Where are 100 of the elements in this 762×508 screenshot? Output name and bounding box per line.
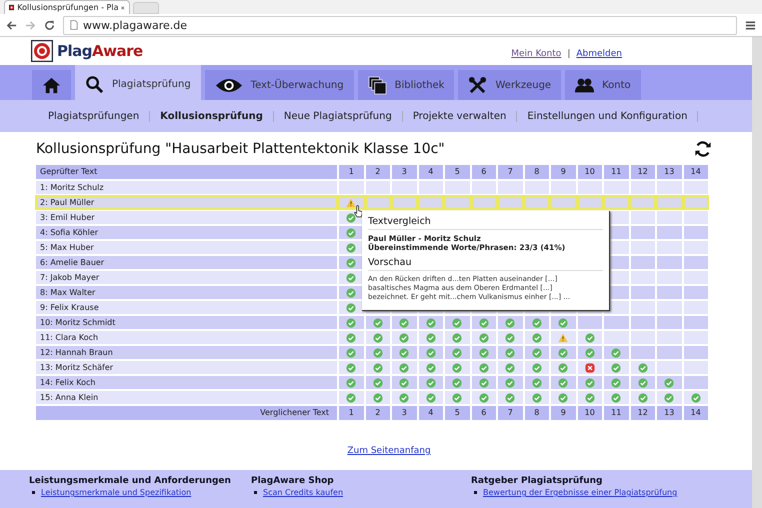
matrix-cell[interactable] <box>630 211 655 224</box>
matrix-cell[interactable] <box>472 376 496 389</box>
forward-icon[interactable] <box>25 20 36 30</box>
matrix-cell[interactable] <box>630 256 655 269</box>
matrix-cell[interactable] <box>392 181 416 194</box>
matrix-cell[interactable] <box>684 226 708 239</box>
matrix-cell[interactable] <box>339 181 364 194</box>
matrix-cell[interactable] <box>657 346 682 359</box>
matrix-cell[interactable] <box>339 196 364 209</box>
matrix-cell[interactable] <box>604 316 628 329</box>
matrix-cell[interactable] <box>472 181 496 194</box>
matrix-cell[interactable] <box>551 196 576 209</box>
matrix-cell[interactable] <box>657 331 682 344</box>
matrix-cell[interactable] <box>684 301 708 314</box>
subnav-link[interactable]: Einstellungen und Konfiguration <box>517 110 698 122</box>
matrix-cell[interactable] <box>630 301 655 314</box>
row-label[interactable]: 8: Max Walter <box>36 286 337 299</box>
matrix-cell[interactable] <box>684 331 708 344</box>
matrix-cell[interactable] <box>392 316 416 329</box>
row-label[interactable]: 4: Sofia Köhler <box>36 226 337 239</box>
matrix-cell[interactable] <box>366 316 390 329</box>
matrix-cell[interactable] <box>366 181 390 194</box>
matrix-cell[interactable] <box>657 376 682 389</box>
matrix-cell[interactable] <box>604 181 628 194</box>
matrix-cell[interactable] <box>445 361 470 374</box>
matrix-cell[interactable] <box>339 331 364 344</box>
matrix-cell[interactable] <box>551 316 576 329</box>
matrix-cell[interactable] <box>366 196 390 209</box>
matrix-cell[interactable] <box>551 391 576 404</box>
matrix-cell[interactable] <box>524 331 549 344</box>
matrix-cell[interactable] <box>418 391 443 404</box>
row-label[interactable]: 2: Paul Müller <box>36 196 337 209</box>
matrix-cell[interactable] <box>657 391 682 404</box>
matrix-cell[interactable] <box>524 346 549 359</box>
matrix-cell[interactable] <box>604 361 628 374</box>
matrix-cell[interactable] <box>498 316 522 329</box>
close-icon[interactable] <box>121 4 125 10</box>
matrix-cell[interactable] <box>498 181 522 194</box>
row-label[interactable]: 10: Moritz Schmidt <box>36 316 337 329</box>
matrix-cell[interactable] <box>604 331 628 344</box>
matrix-cell[interactable] <box>366 361 390 374</box>
matrix-cell[interactable] <box>339 316 364 329</box>
nav-tab[interactable]: Bibliothek <box>358 70 454 100</box>
matrix-cell[interactable] <box>366 331 390 344</box>
matrix-cell[interactable] <box>339 346 364 359</box>
matrix-cell[interactable] <box>551 361 576 374</box>
footer-link[interactable]: Leistungsmerkmale und Spezifikation <box>41 488 192 497</box>
matrix-cell[interactable] <box>630 241 655 254</box>
matrix-cell[interactable] <box>498 331 522 344</box>
matrix-cell[interactable] <box>445 376 470 389</box>
matrix-cell[interactable] <box>630 376 655 389</box>
matrix-cell[interactable] <box>578 361 602 374</box>
matrix-cell[interactable] <box>684 241 708 254</box>
matrix-cell[interactable] <box>472 346 496 359</box>
matrix-cell[interactable] <box>339 286 364 299</box>
row-label[interactable]: 7: Jakob Mayer <box>36 271 337 284</box>
matrix-cell[interactable] <box>630 361 655 374</box>
matrix-cell[interactable] <box>657 271 682 284</box>
matrix-cell[interactable] <box>657 361 682 374</box>
matrix-cell[interactable] <box>657 256 682 269</box>
matrix-cell[interactable] <box>339 361 364 374</box>
matrix-cell[interactable] <box>498 391 522 404</box>
matrix-cell[interactable] <box>551 346 576 359</box>
matrix-cell[interactable] <box>339 226 364 239</box>
matrix-cell[interactable] <box>578 346 602 359</box>
nav-tab[interactable]: Plagiatsprüfung <box>75 65 201 100</box>
matrix-cell[interactable] <box>339 391 364 404</box>
matrix-cell[interactable] <box>684 271 708 284</box>
matrix-cell[interactable] <box>366 376 390 389</box>
matrix-cell[interactable] <box>339 271 364 284</box>
matrix-cell[interactable] <box>392 346 416 359</box>
matrix-cell[interactable] <box>392 391 416 404</box>
subnav-link[interactable]: Projekte verwalten <box>402 110 518 122</box>
matrix-cell[interactable] <box>339 376 364 389</box>
matrix-cell[interactable] <box>657 211 682 224</box>
row-label[interactable]: 13: Moritz Schäfer <box>36 361 337 374</box>
row-label[interactable]: 14: Felix Koch <box>36 376 337 389</box>
new-tab-button[interactable] <box>133 2 159 14</box>
matrix-cell[interactable] <box>445 346 470 359</box>
matrix-cell[interactable] <box>418 346 443 359</box>
matrix-cell[interactable] <box>684 196 708 209</box>
matrix-cell[interactable] <box>684 286 708 299</box>
reload-icon[interactable] <box>44 20 55 30</box>
subnav-link[interactable]: Neue Plagiatsprüfung <box>274 110 403 122</box>
matrix-cell[interactable] <box>684 211 708 224</box>
matrix-cell[interactable] <box>418 196 443 209</box>
matrix-cell[interactable] <box>392 361 416 374</box>
address-field[interactable]: www.plagaware.de <box>63 16 737 34</box>
matrix-cell[interactable] <box>524 196 549 209</box>
row-label[interactable]: 3: Emil Huber <box>36 211 337 224</box>
matrix-cell[interactable] <box>445 181 470 194</box>
row-label[interactable]: 6: Amelie Bauer <box>36 256 337 269</box>
matrix-cell[interactable] <box>578 391 602 404</box>
matrix-cell[interactable] <box>472 316 496 329</box>
matrix-cell[interactable] <box>578 181 602 194</box>
matrix-cell[interactable] <box>472 331 496 344</box>
row-label[interactable]: 15: Anna Klein <box>36 391 337 404</box>
nav-tab[interactable] <box>32 70 71 100</box>
account-link[interactable]: Mein Konto <box>511 49 562 59</box>
matrix-cell[interactable] <box>578 196 602 209</box>
